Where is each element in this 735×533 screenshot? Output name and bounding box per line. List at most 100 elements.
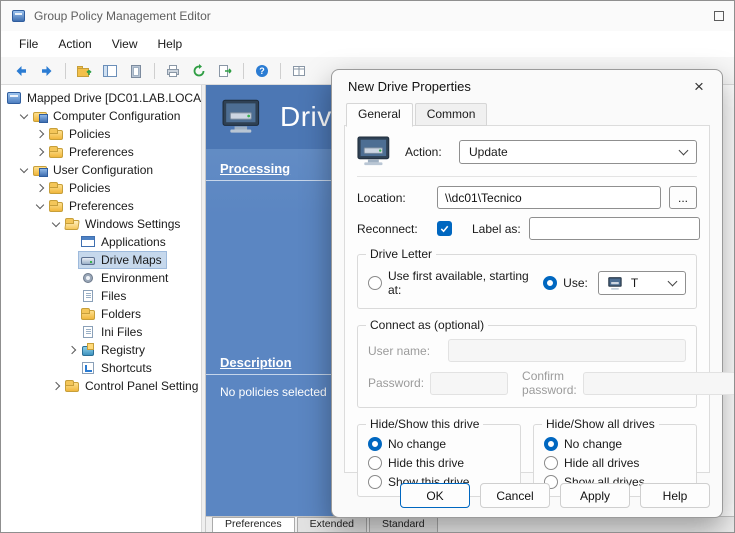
hide-show-this-drive-title: Hide/Show this drive	[366, 417, 483, 431]
use-first-available-label[interactable]: Use first available, starting at:	[388, 269, 529, 297]
tree-item-folders[interactable]: Folders	[1, 305, 201, 323]
help-icon: ?	[254, 63, 270, 79]
tree-item-label: Preferences	[69, 199, 134, 213]
tree-item-label: Registry	[101, 343, 145, 357]
chevron-right-icon[interactable]	[33, 127, 47, 141]
tab-preferences[interactable]: Preferences	[212, 517, 295, 532]
menu-view[interactable]: View	[102, 34, 148, 54]
tree-item-user-configuration[interactable]: User Configuration	[1, 161, 201, 179]
toolbar-separator	[280, 63, 281, 79]
tree-item-computer-policies[interactable]: Policies	[1, 125, 201, 143]
back-button[interactable]	[9, 60, 33, 82]
dialog-button-row: OK Cancel Apply Help	[400, 483, 710, 508]
chevron-right-icon[interactable]	[65, 343, 79, 357]
drive-maps-large-icon	[222, 99, 268, 135]
tree-item-files[interactable]: Files	[1, 287, 201, 305]
tree-item-control-panel-settings[interactable]: Control Panel Setting	[1, 377, 201, 395]
use-first-available-radio[interactable]	[368, 276, 382, 290]
print-button[interactable]	[161, 60, 185, 82]
tree-item-environment[interactable]: Environment	[1, 269, 201, 287]
tree-item-windows-settings[interactable]: Windows Settings	[1, 215, 201, 233]
ok-button[interactable]: OK	[400, 483, 470, 508]
columns-button[interactable]	[287, 60, 311, 82]
tab-general[interactable]: General	[346, 103, 413, 127]
check-icon	[439, 223, 450, 234]
console-tree-icon	[102, 63, 118, 79]
description-link[interactable]: Description	[220, 355, 292, 370]
help-button[interactable]: ?	[250, 60, 274, 82]
radio[interactable]	[368, 456, 382, 470]
menu-help[interactable]: Help	[148, 34, 193, 54]
all-no-change-option[interactable]: No change	[544, 437, 686, 451]
drive-letter-group: Drive Letter Use first available, starti…	[357, 254, 697, 309]
paste-button[interactable]	[124, 60, 148, 82]
chevron-right-icon[interactable]	[33, 181, 47, 195]
chevron-down-icon[interactable]	[17, 109, 31, 123]
tree-item-user-preferences[interactable]: Preferences	[1, 197, 201, 215]
gpme-window: Group Policy Management Editor File Acti…	[0, 0, 735, 533]
up-one-level-button[interactable]	[72, 60, 96, 82]
tree-item-label: Files	[101, 289, 126, 303]
show-console-tree-button[interactable]	[98, 60, 122, 82]
radio[interactable]	[544, 456, 558, 470]
chevron-down-icon[interactable]	[49, 217, 63, 231]
chevron-spacer	[65, 253, 79, 267]
hide-this-drive-option[interactable]: Hide this drive	[368, 456, 510, 470]
chevron-right-icon[interactable]	[33, 145, 47, 159]
tree-item-drive-maps[interactable]: Drive Maps	[1, 251, 201, 269]
this-no-change-option[interactable]: No change	[368, 437, 510, 451]
tree-item-computer-preferences[interactable]: Preferences	[1, 143, 201, 161]
computer-configuration-icon	[32, 109, 48, 123]
chevron-down-icon[interactable]	[17, 163, 31, 177]
menu-action[interactable]: Action	[48, 34, 101, 54]
tree-item-ini-files[interactable]: Ini Files	[1, 323, 201, 341]
help-button-dialog[interactable]: Help	[640, 483, 710, 508]
tree-item-shortcuts[interactable]: Shortcuts	[1, 359, 201, 377]
chevron-spacer	[65, 289, 79, 303]
location-input[interactable]	[437, 186, 661, 209]
selected-tree-item[interactable]: Drive Maps	[79, 252, 166, 268]
hide-all-drives-option[interactable]: Hide all drives	[544, 456, 686, 470]
radio[interactable]	[368, 475, 382, 489]
close-icon[interactable]: ×	[684, 74, 714, 100]
tab-standard[interactable]: Standard	[369, 517, 438, 532]
tab-extended[interactable]: Extended	[297, 517, 367, 532]
radio-selected[interactable]	[368, 437, 382, 451]
use-radio[interactable]	[543, 276, 557, 290]
tree-item-user-policies[interactable]: Policies	[1, 179, 201, 197]
menu-file[interactable]: File	[9, 34, 48, 54]
drive-letter-dropdown[interactable]: T	[598, 271, 686, 295]
option-label: Hide this drive	[388, 456, 464, 470]
tree-item-label: Mapped Drive [DC01.LAB.LOCA	[27, 91, 201, 105]
processing-link[interactable]: Processing	[220, 161, 290, 176]
radio-selected[interactable]	[544, 437, 558, 451]
tree-item-root[interactable]: Mapped Drive [DC01.LAB.LOCA	[1, 89, 201, 107]
action-dropdown[interactable]: Update	[459, 140, 697, 164]
tab-common[interactable]: Common	[415, 103, 488, 126]
chevron-right-icon[interactable]	[49, 379, 63, 393]
reconnect-checkbox[interactable]	[437, 221, 452, 236]
tree-item-computer-configuration[interactable]: Computer Configuration	[1, 107, 201, 125]
use-label[interactable]: Use:	[563, 276, 588, 290]
tree-item-registry[interactable]: Registry	[1, 341, 201, 359]
maximize-button[interactable]	[714, 11, 724, 21]
cancel-button[interactable]: Cancel	[480, 483, 550, 508]
chevron-down-icon[interactable]	[33, 199, 47, 213]
password-input	[430, 372, 508, 395]
browse-button[interactable]: ...	[669, 186, 697, 209]
apply-button[interactable]: Apply	[560, 483, 630, 508]
label-as-input[interactable]	[529, 217, 700, 240]
drive-icon	[357, 136, 397, 167]
location-label: Location:	[357, 191, 429, 205]
drive-letter-icon	[608, 277, 625, 290]
svg-text:?: ?	[259, 66, 265, 76]
forward-button[interactable]	[35, 60, 59, 82]
tree-item-applications[interactable]: Applications	[1, 233, 201, 251]
tree-item-label: User Configuration	[53, 163, 153, 177]
reconnect-label: Reconnect:	[357, 222, 429, 236]
refresh-button[interactable]	[187, 60, 211, 82]
registry-icon	[80, 343, 96, 357]
user-name-input	[448, 339, 686, 362]
forward-arrow-icon	[39, 63, 55, 79]
export-list-button[interactable]	[213, 60, 237, 82]
